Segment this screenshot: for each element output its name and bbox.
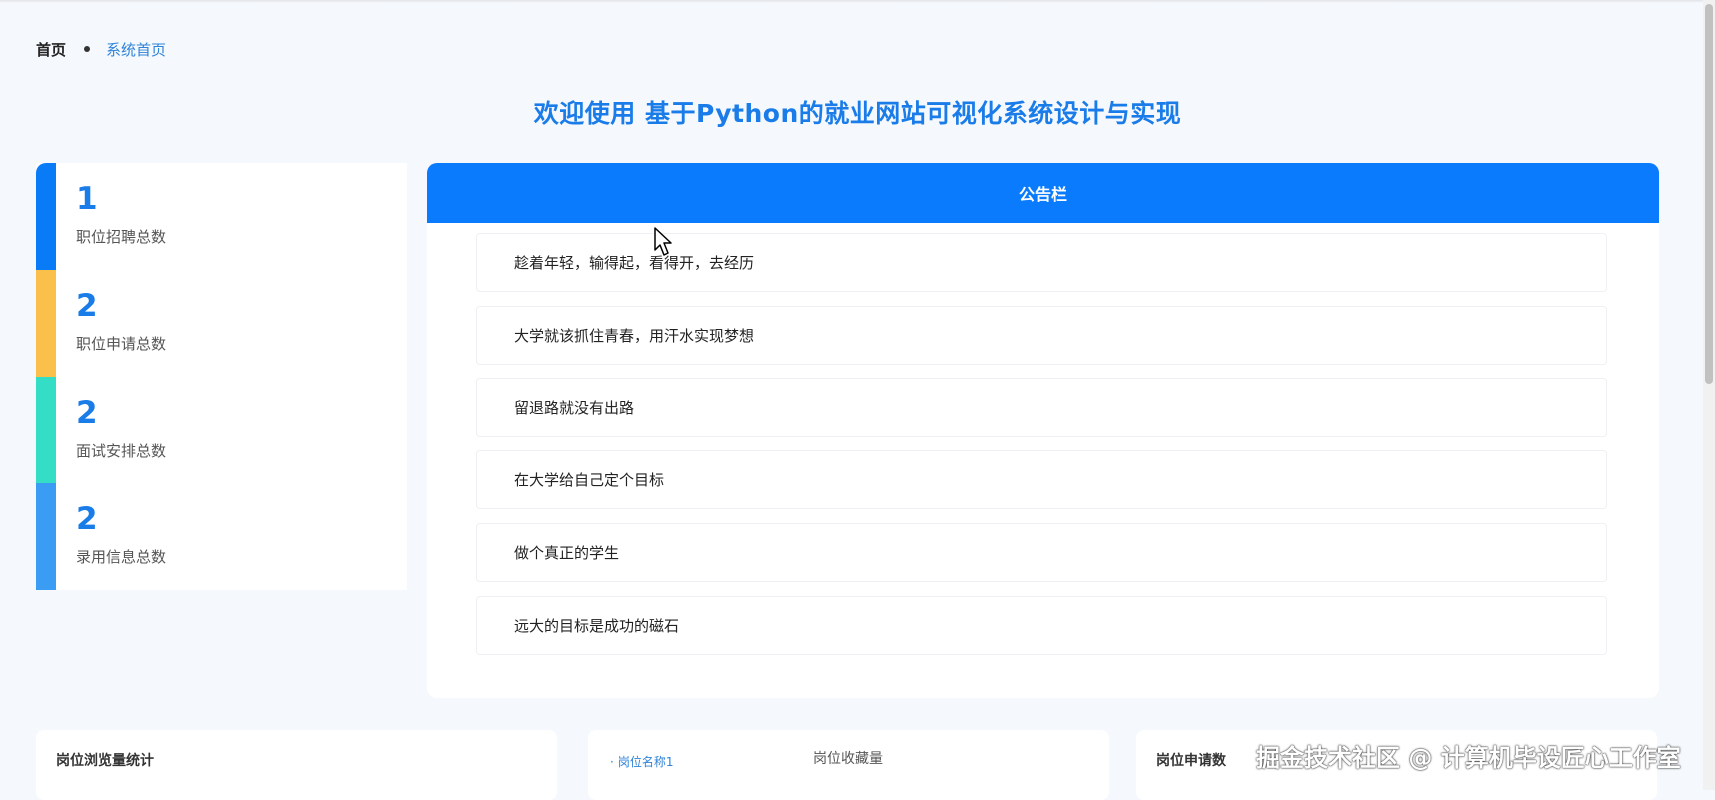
breadcrumb-home[interactable]: 首页 [36, 39, 66, 60]
notice-board: 公告栏 趁着年轻，输得起，看得开，去经历 大学就该抓住青春，用汗水实现梦想 留退… [427, 163, 1659, 698]
stat-value: 2 [76, 288, 98, 324]
stat-value: 2 [76, 501, 98, 537]
stat-color-bar [36, 163, 56, 270]
stat-label: 录用信息总数 [76, 548, 167, 566]
notice-item[interactable]: 留退路就没有出路 [476, 378, 1607, 437]
stat-value: 1 [76, 181, 98, 217]
breadcrumb-separator-icon [84, 46, 91, 52]
stat-interviews: 2 面试安排总数 [36, 377, 407, 484]
chart-title: 岗位收藏量 [813, 751, 883, 767]
notice-item[interactable]: 大学就该抓住青春，用汗水实现梦想 [476, 306, 1607, 365]
notice-item[interactable]: 做个真正的学生 [476, 523, 1607, 582]
stat-label: 面试安排总数 [76, 442, 167, 460]
stat-value: 2 [76, 395, 98, 431]
notice-board-title: 公告栏 [427, 163, 1659, 223]
breadcrumb-current[interactable]: 系统首页 [106, 39, 166, 60]
panel-title: 岗位浏览量统计 [56, 753, 154, 769]
top-shadow [0, 0, 1715, 3]
page-scrollbar[interactable] [1703, 0, 1715, 790]
stat-hires: 2 录用信息总数 [36, 483, 407, 590]
stat-label: 职位申请总数 [76, 335, 167, 353]
stat-job-applications: 2 职位申请总数 [36, 270, 407, 377]
stat-color-bar [36, 270, 56, 377]
page-title: 欢迎使用 基于Python的就业网站可视化系统设计与实现 [533, 99, 1182, 128]
stat-job-postings: 1 职位招聘总数 [36, 163, 407, 270]
stat-color-bar [36, 483, 56, 590]
stat-color-bar [36, 377, 56, 484]
chart-legend-item[interactable]: 岗位名称1 [610, 753, 674, 770]
watermark: 掘金技术社区 @ 计算机毕设匠心工作室 [1256, 744, 1681, 772]
stats-card: 1 职位招聘总数 2 职位申请总数 2 面试安排总数 2 录用信息总数 [36, 163, 407, 590]
notice-item[interactable]: 远大的目标是成功的磁石 [476, 596, 1607, 655]
stat-label: 职位招聘总数 [76, 228, 167, 246]
mouse-cursor-icon [654, 227, 672, 256]
notice-item[interactable]: 在大学给自己定个目标 [476, 450, 1607, 509]
scrollbar-thumb[interactable] [1705, 4, 1713, 384]
panel-title: 岗位申请数 [1156, 753, 1226, 769]
notice-item[interactable]: 趁着年轻，输得起，看得开，去经历 [476, 233, 1607, 292]
breadcrumb: 首页 系统首页 [36, 38, 166, 60]
